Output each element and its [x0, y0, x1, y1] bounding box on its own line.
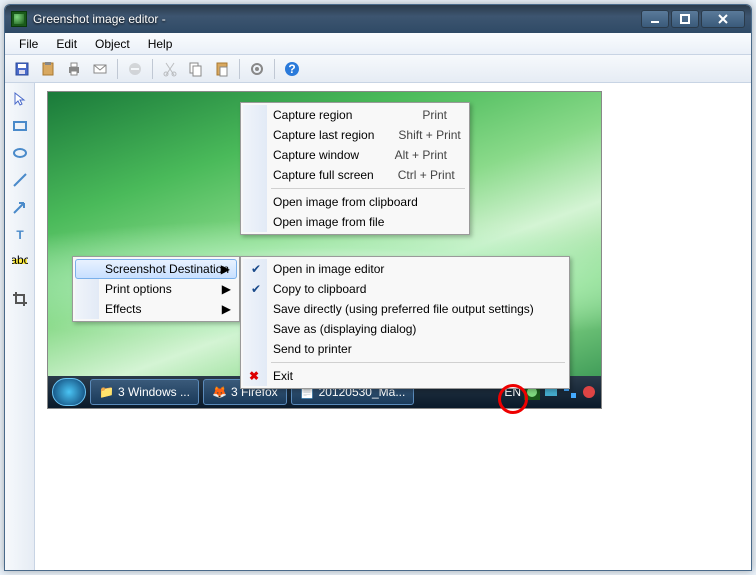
menu-item[interactable]: Screenshot Destination▶: [75, 259, 237, 279]
svg-text:abc: abc: [12, 253, 28, 267]
paste-button[interactable]: [211, 58, 233, 80]
menu-item[interactable]: Send to printer: [243, 339, 567, 359]
menu-item[interactable]: Capture regionPrint: [243, 105, 467, 125]
help-button[interactable]: ?: [281, 58, 303, 80]
line-tool[interactable]: [8, 168, 32, 192]
separator: [152, 59, 153, 79]
check-icon: ✔: [248, 262, 264, 276]
menu-item-exit[interactable]: ✖ Exit: [243, 366, 567, 386]
text-tool[interactable]: T: [8, 222, 32, 246]
menu-help[interactable]: Help: [140, 35, 181, 53]
menu-file[interactable]: File: [11, 35, 46, 53]
window-title: Greenshot image editor -: [33, 12, 641, 26]
close-button[interactable]: [701, 10, 745, 28]
separator: [239, 59, 240, 79]
menu-item[interactable]: Effects▶: [75, 299, 237, 319]
destination-submenu[interactable]: ✔Open in image editor✔Copy to clipboardS…: [240, 256, 570, 389]
separator: [271, 362, 565, 363]
menu-item[interactable]: Capture last regionShift + Print: [243, 125, 467, 145]
rect-tool[interactable]: [8, 114, 32, 138]
menu-edit[interactable]: Edit: [48, 35, 85, 53]
chevron-right-icon: ▶: [222, 302, 231, 316]
minimize-button[interactable]: [641, 10, 669, 28]
menubar: File Edit Object Help: [5, 33, 751, 55]
cut-button[interactable]: [159, 58, 181, 80]
separator: [274, 59, 275, 79]
toolbar: ?: [5, 55, 751, 83]
ellipse-tool[interactable]: [8, 141, 32, 165]
app-icon: [11, 11, 27, 27]
settings-button[interactable]: [246, 58, 268, 80]
svg-text:?: ?: [288, 62, 295, 76]
menu-item[interactable]: Open image from clipboard: [243, 192, 467, 212]
menu-item[interactable]: ✔Copy to clipboard: [243, 279, 567, 299]
separator: [117, 59, 118, 79]
tray-icon[interactable]: [581, 384, 597, 400]
email-button[interactable]: [89, 58, 111, 80]
menu-item[interactable]: ✔Open in image editor: [243, 259, 567, 279]
maximize-button[interactable]: [671, 10, 699, 28]
crop-tool[interactable]: [8, 287, 32, 311]
copy-button[interactable]: [185, 58, 207, 80]
pointer-tool[interactable]: [8, 87, 32, 111]
save-button[interactable]: [11, 58, 33, 80]
menu-item[interactable]: Capture windowAlt + Print: [243, 145, 467, 165]
menu-object[interactable]: Object: [87, 35, 138, 53]
menu-item[interactable]: Open image from file: [243, 212, 467, 232]
start-button[interactable]: [52, 378, 86, 406]
arrow-tool[interactable]: [8, 195, 32, 219]
menu-item[interactable]: Print options▶: [75, 279, 237, 299]
close-icon: ✖: [249, 369, 259, 383]
tool-tray: T abc: [5, 83, 35, 570]
separator: [271, 188, 465, 189]
chevron-right-icon: ▶: [222, 282, 231, 296]
menu-item[interactable]: Save as (displaying dialog): [243, 319, 567, 339]
svg-text:T: T: [16, 228, 24, 242]
undo-button[interactable]: [124, 58, 146, 80]
print-button[interactable]: [63, 58, 85, 80]
titlebar[interactable]: Greenshot image editor -: [5, 5, 751, 33]
tray-context-menu[interactable]: Capture regionPrintCapture last regionSh…: [240, 102, 470, 235]
clipboard-button[interactable]: [37, 58, 59, 80]
task-windows[interactable]: 📁3 Windows ...: [90, 379, 199, 405]
menu-item[interactable]: Save directly (using preferred file outp…: [243, 299, 567, 319]
chevron-right-icon: ▶: [221, 262, 230, 276]
settings-submenu[interactable]: Screenshot Destination▶Print options▶Eff…: [72, 256, 240, 322]
menu-item[interactable]: Capture full screenCtrl + Print: [243, 165, 467, 185]
check-icon: ✔: [248, 282, 264, 296]
highlight-tool[interactable]: abc: [8, 249, 32, 273]
annotation-circle: [498, 384, 528, 414]
